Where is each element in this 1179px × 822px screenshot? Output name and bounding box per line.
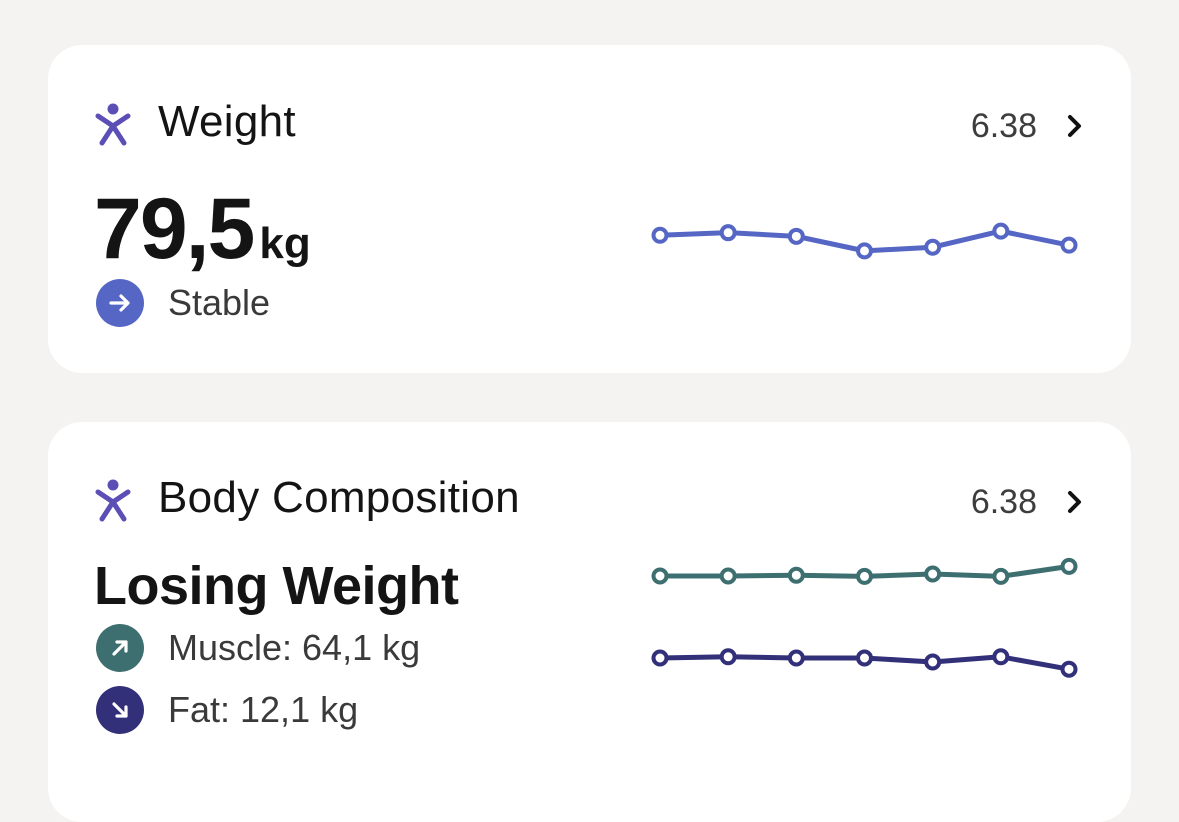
muscle-point <box>992 567 1010 585</box>
weight-point <box>924 238 942 256</box>
person-arms-up-icon <box>95 103 131 146</box>
trend-label: Stable <box>168 282 271 323</box>
card-title: Weight <box>158 97 296 146</box>
weight-point <box>787 227 805 245</box>
weight-trend: Stable <box>96 279 270 327</box>
muscle-label: Muscle: 64,1 kg <box>168 627 421 668</box>
person-arms-up-icon <box>95 479 131 522</box>
weight-point <box>992 222 1010 240</box>
fat-point <box>924 653 942 671</box>
weight-unit: kg <box>259 219 311 268</box>
last-measured-label: 6.38 <box>970 107 1037 145</box>
arrow-right-icon <box>96 279 144 327</box>
last-measured-label: 6.38 <box>970 483 1037 521</box>
fat-label: Fat: 12,1 kg <box>168 689 359 730</box>
chevron-right-icon[interactable] <box>1065 113 1085 139</box>
fat-point <box>856 649 873 667</box>
fat-point <box>651 649 669 667</box>
weight-point <box>1060 236 1078 254</box>
weight-card[interactable]: Weight 6.38 79,5 kg Stable <box>48 45 1131 373</box>
weight-number: 79,5 <box>94 181 255 277</box>
muscle-point <box>651 567 669 585</box>
fat-point <box>787 649 805 667</box>
composition-status: Losing Weight <box>94 556 459 616</box>
arrow-up-right-icon <box>96 624 144 672</box>
weight-value: 79,5 kg <box>94 180 311 279</box>
chevron-right-icon[interactable] <box>1065 489 1085 515</box>
fat-point <box>1060 660 1078 678</box>
fat-point <box>992 648 1010 666</box>
arrow-down-right-icon <box>96 686 144 734</box>
weight-point <box>719 224 737 242</box>
weight-point <box>856 242 873 260</box>
weight-point <box>651 226 669 244</box>
fat-point <box>719 648 737 666</box>
card-title: Body Composition <box>158 473 520 522</box>
muscle-point <box>924 565 942 583</box>
weight-sparkline <box>651 222 1078 260</box>
muscle-point <box>1060 557 1078 575</box>
muscle-point <box>719 567 737 585</box>
body-composition-card[interactable]: Body Composition 6.38 Losing Weight Musc… <box>48 422 1131 822</box>
muscle-trend: Muscle: 64,1 kg <box>96 624 420 672</box>
body-composition-sparklines <box>651 557 1078 678</box>
muscle-point <box>787 566 805 584</box>
muscle-point <box>856 567 873 585</box>
fat-trend: Fat: 12,1 kg <box>96 686 358 734</box>
